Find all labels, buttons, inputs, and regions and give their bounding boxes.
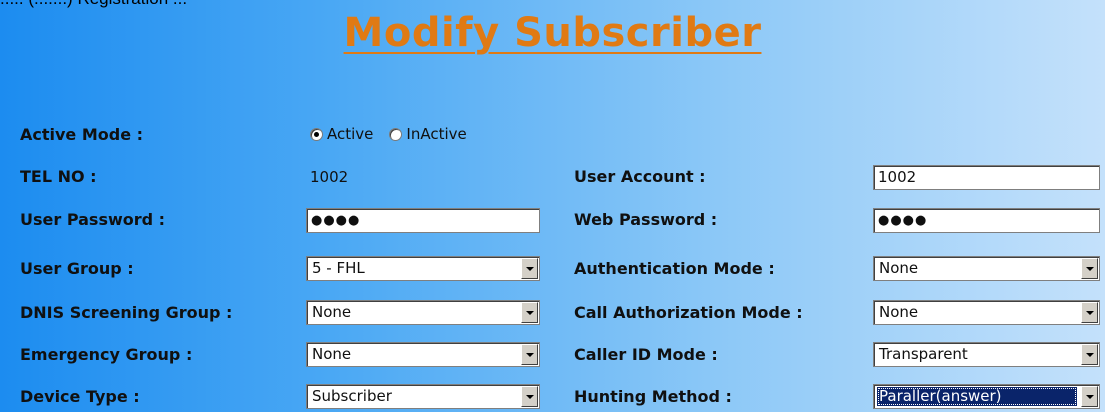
- chevron-down-icon[interactable]: [521, 258, 538, 279]
- web-password-label: Web Password :: [574, 210, 718, 229]
- caller-id-mode-label: Caller ID Mode :: [574, 345, 718, 364]
- device-type-select[interactable]: Subscriber: [306, 384, 540, 409]
- hunting-method-label: Hunting Method :: [574, 387, 732, 406]
- tel-no-value: 1002: [310, 168, 349, 186]
- chevron-down-icon[interactable]: [521, 302, 538, 323]
- page-title: Modify Subscriber: [343, 10, 762, 56]
- active-radio-option[interactable]: Active: [310, 125, 373, 143]
- chevron-down-icon[interactable]: [521, 386, 538, 407]
- user-group-value: 5 - FHL: [312, 259, 365, 277]
- authentication-mode-value: None: [879, 259, 919, 277]
- user-account-input[interactable]: 1002: [873, 165, 1100, 190]
- radio-checked-icon[interactable]: [310, 127, 323, 141]
- chevron-down-icon[interactable]: [1081, 258, 1098, 279]
- tel-no-label: TEL NO :: [20, 167, 97, 186]
- dnis-screening-group-select[interactable]: None: [306, 300, 540, 325]
- caller-id-mode-value: Transparent: [879, 345, 968, 363]
- emergency-group-select[interactable]: None: [306, 342, 540, 367]
- web-password-input[interactable]: ●●●●: [873, 208, 1100, 233]
- chevron-down-icon[interactable]: [521, 344, 538, 365]
- authentication-mode-select[interactable]: None: [873, 256, 1100, 281]
- chevron-down-icon[interactable]: [1081, 302, 1098, 323]
- user-account-label: User Account :: [574, 167, 706, 186]
- radio-unchecked-icon[interactable]: [389, 127, 403, 141]
- chevron-down-icon[interactable]: [1081, 386, 1098, 407]
- user-group-select[interactable]: 5 - FHL: [306, 256, 540, 281]
- active-mode-radio-group: Active InActive: [310, 125, 483, 143]
- device-type-label: Device Type :: [20, 387, 140, 406]
- user-group-label: User Group :: [20, 259, 134, 278]
- call-authorization-mode-value: None: [879, 303, 919, 321]
- dnis-screening-group-value: None: [312, 303, 352, 321]
- chevron-down-icon[interactable]: [1081, 344, 1098, 365]
- hunting-method-value: Paraller(answer): [877, 387, 1077, 406]
- user-password-input[interactable]: ●●●●: [306, 208, 540, 233]
- hunting-method-select[interactable]: Paraller(answer): [873, 384, 1100, 409]
- dnis-screening-group-label: DNIS Screening Group :: [20, 303, 233, 322]
- inactive-radio-option[interactable]: InActive: [389, 125, 467, 143]
- device-type-value: Subscriber: [312, 387, 392, 405]
- call-authorization-mode-select[interactable]: None: [873, 300, 1100, 325]
- inactive-radio-label: InActive: [406, 125, 467, 143]
- active-mode-label: Active Mode :: [20, 125, 144, 144]
- call-authorization-mode-label: Call Authorization Mode :: [574, 303, 803, 322]
- active-radio-label: Active: [327, 125, 374, 143]
- user-password-label: User Password :: [20, 210, 166, 229]
- emergency-group-label: Emergency Group :: [20, 345, 193, 364]
- caller-id-mode-select[interactable]: Transparent: [873, 342, 1100, 367]
- emergency-group-value: None: [312, 345, 352, 363]
- authentication-mode-label: Authentication Mode :: [574, 259, 775, 278]
